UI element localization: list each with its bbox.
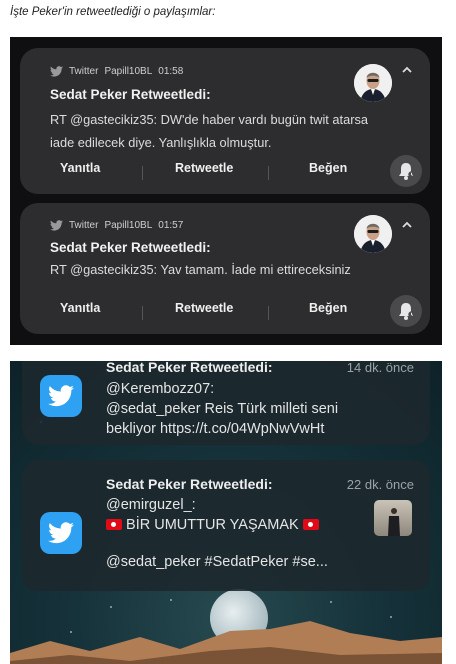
retweet-button[interactable]: Retweetle bbox=[175, 161, 233, 175]
bell-snooze-icon[interactable] bbox=[390, 155, 422, 187]
avatar bbox=[354, 215, 392, 253]
notification-line: @emirguzel_: bbox=[106, 497, 196, 513]
notification-screenshot-top: Twitter Papill10BL 01:58 Sedat Peker Ret… bbox=[10, 37, 442, 345]
notification-actions: Yanıtla Retweetle Beğen bbox=[20, 290, 430, 334]
avatar bbox=[354, 64, 392, 102]
notification-card[interactable]: Twitter Papill10BL 01:58 Sedat Peker Ret… bbox=[20, 48, 430, 194]
notification-title: Sedat Peker Retweetledi: bbox=[106, 476, 273, 492]
notification-time: 01:58 bbox=[158, 66, 184, 77]
notification-line: bekliyor https://t.co/04WpNwVwHt bbox=[106, 421, 325, 437]
avatar-portrait bbox=[354, 215, 392, 253]
notification-card[interactable]: Twitter Papill10BL 01:57 Sedat Peker Ret… bbox=[20, 203, 430, 334]
retweet-button[interactable]: Retweetle bbox=[175, 301, 233, 315]
chevron-up-icon[interactable] bbox=[400, 218, 414, 232]
notification-title: Sedat Peker Retweetledi: bbox=[50, 87, 211, 102]
notification-card[interactable]: Sedat Peker Retweetledi: 14 dk. önce @Ke… bbox=[22, 361, 430, 445]
notification-actions: Yanıtla Retweetle Beğen bbox=[20, 150, 430, 194]
divider bbox=[268, 166, 269, 180]
notification-title: Sedat Peker Retweetledi: bbox=[106, 361, 273, 375]
twitter-bird-icon bbox=[50, 220, 63, 231]
notification-line: @Kerembozz07: bbox=[106, 381, 215, 397]
tweet-thumbnail bbox=[374, 500, 412, 536]
thumbnail-figure bbox=[388, 508, 400, 536]
app-name: Twitter bbox=[69, 220, 99, 231]
twitter-app-icon bbox=[40, 512, 82, 554]
notification-line: BİR UMUTTUR YAŞAMAK bbox=[106, 517, 319, 533]
notification-card[interactable]: Sedat Peker Retweetledi: 22 dk. önce @em… bbox=[22, 460, 430, 591]
article-caption: İşte Peker'in retweetlediği o paylaşımla… bbox=[10, 6, 216, 18]
flag-icon bbox=[302, 519, 319, 530]
notification-screenshot-bottom: Sedat Peker Retweetledi: 14 dk. önce @Ke… bbox=[10, 361, 442, 664]
notification-meta: Twitter Papill10BL 01:57 bbox=[50, 220, 183, 231]
divider bbox=[142, 306, 143, 320]
twitter-bird-icon bbox=[48, 522, 74, 544]
avatar-portrait bbox=[354, 64, 392, 102]
bell-snooze-icon[interactable] bbox=[390, 295, 422, 327]
star bbox=[330, 601, 332, 603]
chevron-up-icon[interactable] bbox=[400, 63, 414, 77]
twitter-bird-icon bbox=[48, 385, 74, 407]
notification-line: @sedat_peker #SedatPeker #se... bbox=[106, 554, 328, 570]
reply-button[interactable]: Yanıtla bbox=[60, 301, 100, 315]
star bbox=[110, 606, 112, 608]
notification-time: 14 dk. önce bbox=[346, 361, 414, 375]
app-name: Twitter bbox=[69, 66, 99, 77]
divider bbox=[268, 306, 269, 320]
notification-time: 22 dk. önce bbox=[346, 477, 414, 492]
like-button[interactable]: Beğen bbox=[309, 301, 347, 315]
mountain-image bbox=[10, 621, 442, 664]
account-name: Papill10BL bbox=[104, 66, 153, 77]
account-name: Papill10BL bbox=[104, 220, 153, 231]
notification-meta: Twitter Papill10BL 01:58 bbox=[50, 66, 183, 77]
twitter-app-icon bbox=[40, 375, 82, 417]
reply-button[interactable]: Yanıtla bbox=[60, 161, 100, 175]
flag-icon bbox=[106, 519, 122, 530]
notification-line-text: BİR UMUTTUR YAŞAMAK bbox=[126, 517, 299, 533]
notification-line: @sedat_peker Reis Türk milleti seni bbox=[106, 401, 339, 417]
like-button[interactable]: Beğen bbox=[309, 161, 347, 175]
twitter-bird-icon bbox=[50, 66, 63, 77]
notification-body: RT @gastecikiz35: Yav tamam. İade mi ett… bbox=[50, 262, 351, 277]
notification-time: 01:57 bbox=[158, 220, 184, 231]
notification-title: Sedat Peker Retweetledi: bbox=[50, 240, 211, 255]
divider bbox=[142, 166, 143, 180]
star bbox=[170, 599, 172, 601]
notification-body: RT @gastecikiz35: DW'de haber vardı bugü… bbox=[50, 112, 368, 150]
